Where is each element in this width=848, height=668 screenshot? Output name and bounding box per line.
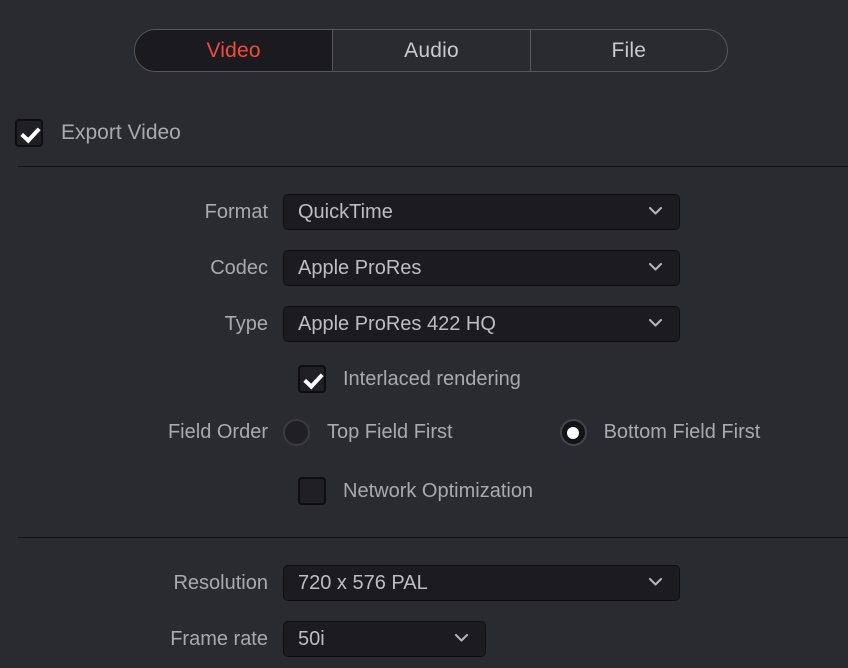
codec-row: Codec Apple ProRes bbox=[0, 250, 680, 286]
tab-audio-label: Audio bbox=[404, 38, 459, 62]
resolution-select[interactable]: 720 x 576 PAL bbox=[283, 565, 680, 601]
field-order-label: Field Order bbox=[167, 421, 268, 443]
type-label: Type bbox=[224, 312, 268, 335]
frame-rate-value: 50i bbox=[298, 627, 325, 650]
frame-rate-select[interactable]: 50i bbox=[283, 621, 486, 657]
export-video-row: Export Video bbox=[15, 119, 181, 147]
frame-rate-row: Frame rate 50i bbox=[0, 621, 486, 657]
codec-select[interactable]: Apple ProRes bbox=[283, 250, 680, 286]
resolution-label: Resolution bbox=[173, 571, 268, 594]
export-settings-panel: Video Audio File Export Video Format Qui… bbox=[0, 0, 848, 668]
export-tab-bar: Video Audio File bbox=[134, 29, 728, 72]
field-order-row: Field Order Top Field First Bottom Field… bbox=[0, 419, 760, 446]
chevron-down-icon bbox=[648, 259, 663, 274]
field-order-top-label: Top Field First bbox=[327, 421, 453, 443]
chevron-down-icon bbox=[648, 315, 663, 330]
type-select[interactable]: Apple ProRes 422 HQ bbox=[283, 306, 680, 342]
network-optimization-label: Network Optimization bbox=[343, 479, 534, 502]
tab-file[interactable]: File bbox=[529, 30, 727, 71]
format-value: QuickTime bbox=[298, 200, 393, 223]
format-row: Format QuickTime bbox=[0, 194, 680, 230]
type-row: Type Apple ProRes 422 HQ bbox=[0, 306, 680, 342]
chevron-down-icon bbox=[648, 574, 663, 589]
field-order-bottom-radio[interactable] bbox=[559, 419, 587, 446]
divider-top bbox=[18, 166, 848, 167]
codec-label: Codec bbox=[210, 256, 268, 279]
interlaced-rendering-label: Interlaced rendering bbox=[343, 367, 521, 390]
field-order-top-radio[interactable] bbox=[283, 419, 310, 446]
tab-file-label: File bbox=[611, 38, 647, 62]
divider-bottom bbox=[18, 537, 848, 538]
export-video-label: Export Video bbox=[61, 121, 181, 144]
network-optimization-row: Network Optimization bbox=[0, 477, 533, 505]
export-video-checkbox[interactable] bbox=[15, 119, 43, 147]
interlaced-rendering-row: Interlaced rendering bbox=[0, 365, 521, 393]
tab-video-label: Video bbox=[206, 38, 261, 62]
resolution-row: Resolution 720 x 576 PAL bbox=[0, 565, 680, 601]
resolution-value: 720 x 576 PAL bbox=[298, 571, 428, 594]
format-select[interactable]: QuickTime bbox=[283, 194, 680, 230]
chevron-down-icon bbox=[454, 630, 469, 645]
type-value: Apple ProRes 422 HQ bbox=[298, 312, 496, 335]
tab-video[interactable]: Video bbox=[135, 30, 333, 71]
field-order-bottom-label: Bottom Field First bbox=[603, 421, 761, 443]
network-optimization-checkbox[interactable] bbox=[298, 477, 326, 505]
codec-value: Apple ProRes bbox=[298, 256, 422, 279]
interlaced-rendering-checkbox[interactable] bbox=[298, 365, 326, 393]
frame-rate-label: Frame rate bbox=[170, 627, 268, 650]
chevron-down-icon bbox=[648, 203, 663, 218]
format-label: Format bbox=[204, 200, 268, 223]
tab-audio[interactable]: Audio bbox=[332, 30, 529, 71]
